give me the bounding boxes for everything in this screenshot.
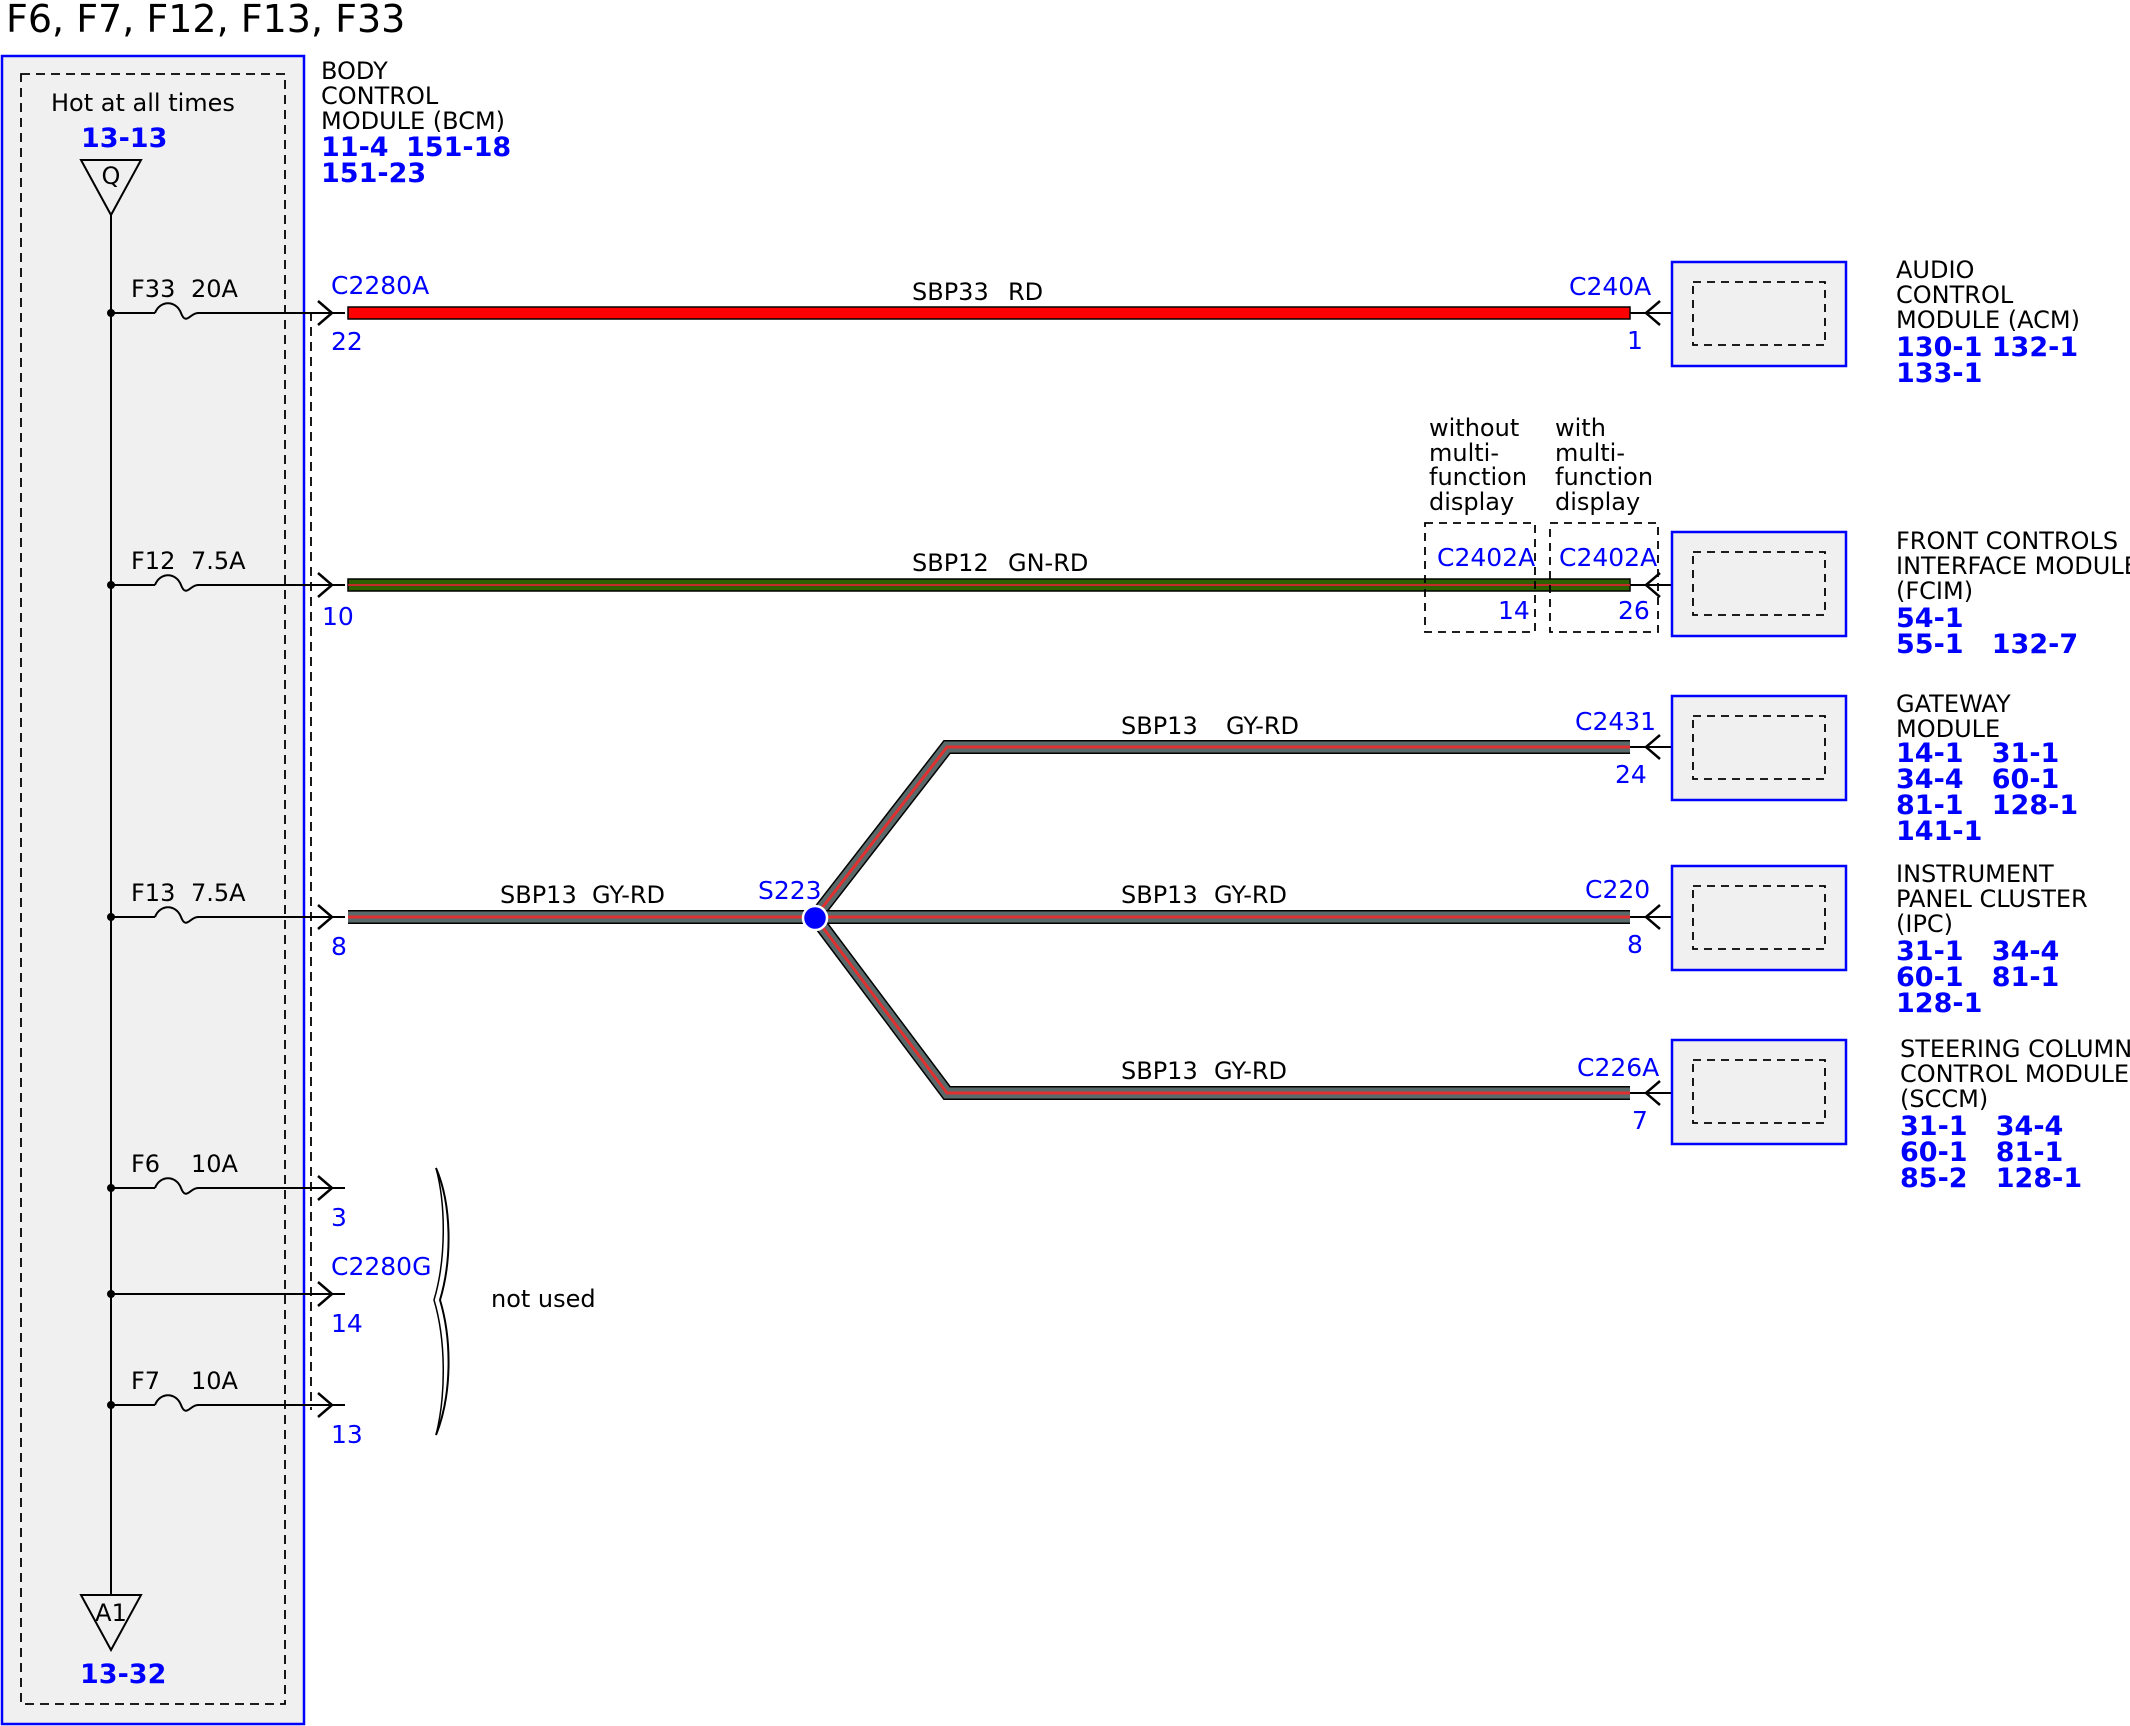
without-label-line: function	[1429, 463, 1527, 491]
module-ref[interactable]: 128-1	[1896, 988, 1982, 1019]
with-pin: 26	[1618, 596, 1650, 625]
module-box[interactable]	[1670, 1038, 1848, 1146]
wire-sbp13: SBP13 GY-RD SBP13 GY-RD SBP13 GY-RD SBP1…	[348, 712, 1630, 1100]
bcm-pin: 10	[322, 602, 354, 631]
bcm-name-line: CONTROL	[321, 82, 439, 110]
with-label-line: display	[1555, 488, 1640, 516]
module-name-line: STEERING COLUMN	[1900, 1035, 2130, 1063]
circuit-color: GY-RD	[1226, 712, 1299, 740]
module-name-line: INSTRUMENT	[1896, 860, 2054, 888]
bcm-pin: 3	[331, 1203, 347, 1232]
module-name-line: CONTROL	[1896, 281, 2014, 309]
bcm-pin: 14	[331, 1309, 363, 1338]
fuse-rating: 7.5A	[191, 547, 246, 575]
circuit-label: SBP13	[1121, 1057, 1198, 1085]
with-connector: C2402A	[1559, 543, 1657, 572]
circuit-label: SBP13	[500, 881, 577, 909]
without-label-line: without	[1429, 414, 1519, 442]
hot-at-all-times-label: Hot at all times	[51, 89, 235, 117]
bcm-ref[interactable]: 151-23	[321, 158, 426, 189]
module-name-line: GATEWAY	[1896, 690, 2011, 718]
bottom-ref[interactable]: 13-32	[80, 1659, 166, 1690]
module-name-line: (FCIM)	[1896, 577, 1973, 605]
fuse-name: F12	[131, 547, 175, 575]
without-pin: 14	[1498, 596, 1530, 625]
hot-ref[interactable]: 13-13	[81, 123, 167, 154]
bcm-pin: 8	[331, 932, 347, 961]
circuit-label: SBP13	[1121, 712, 1198, 740]
bcm-pin: 22	[331, 327, 363, 356]
module-ref[interactable]: 55-1 132-7	[1896, 629, 2078, 660]
bcm-name-line: MODULE (BCM)	[321, 107, 505, 135]
module-pin: 8	[1627, 930, 1643, 959]
module-box[interactable]	[1670, 530, 1848, 638]
fuse-name: F7	[131, 1367, 160, 1395]
module-name-line: FRONT CONTROLS	[1896, 527, 2118, 555]
with-label-line: with	[1555, 414, 1606, 442]
bcm-connector-secondary: C2280G	[331, 1252, 431, 1281]
module-name-line: AUDIO	[1896, 256, 1974, 284]
fuse-name: F6	[131, 1150, 160, 1178]
not-used-group: not used	[433, 1167, 596, 1436]
module-gateway[interactable]: C2431 24 GATEWAY MODULE 14-1 31-1 34-4 6…	[1575, 690, 2078, 847]
module-pin: 24	[1615, 760, 1647, 789]
module-connector: C220	[1585, 875, 1650, 904]
power-symbol-label: Q	[102, 162, 121, 190]
module-sccm[interactable]: C226A 7 STEERING COLUMN CONTROL MODULE (…	[1577, 1035, 2130, 1194]
circuit-color: GY-RD	[1214, 1057, 1287, 1085]
with-label-line: function	[1555, 463, 1653, 491]
bcm-name-line: BODY	[321, 57, 388, 85]
circuit-label: SBP13	[1121, 881, 1198, 909]
module-ipc[interactable]: C220 8 INSTRUMENT PANEL CLUSTER (IPC) 31…	[1585, 860, 2088, 1019]
wire-sbp33: SBP33 RD	[347, 278, 1631, 320]
fuse-name: F33	[131, 275, 175, 303]
not-used-label: not used	[491, 1285, 596, 1313]
module-box[interactable]	[1670, 694, 1848, 802]
module-name-line: INTERFACE MODULE	[1896, 552, 2130, 580]
module-ref[interactable]: 141-1	[1896, 816, 1982, 847]
module-name-line: CONTROL MODULE	[1900, 1060, 2129, 1088]
module-name-line: (SCCM)	[1900, 1085, 1988, 1113]
module-connector: C240A	[1569, 272, 1651, 301]
without-label-line: display	[1429, 488, 1514, 516]
circuit-label: SBP12	[912, 549, 989, 577]
splice-point[interactable]	[801, 904, 829, 932]
bcm-module: Hot at all times 13-13 Q A1 13-32 BODY C…	[0, 54, 511, 1726]
fuse-rating: 20A	[191, 275, 239, 303]
module-pin: 7	[1632, 1106, 1648, 1135]
circuit-color: GY-RD	[592, 881, 665, 909]
module-acm[interactable]: C240A 1 AUDIO CONTROL MODULE (ACM) 130-1…	[1569, 256, 2080, 389]
module-name-line: PANEL CLUSTER	[1896, 885, 2088, 913]
module-fcim[interactable]: FRONT CONTROLS INTERFACE MODULE (FCIM) 5…	[1630, 527, 2130, 660]
wire-red	[347, 306, 1631, 320]
module-name-line: MODULE (ACM)	[1896, 306, 2080, 334]
fcim-options: without multi- function display with mul…	[1424, 414, 1659, 633]
without-connector: C2402A	[1437, 543, 1535, 572]
module-connector: C2431	[1575, 707, 1656, 736]
fuse-rating: 10A	[191, 1367, 239, 1395]
circuit-color: GN-RD	[1008, 549, 1088, 577]
module-box[interactable]	[1670, 864, 1848, 972]
module-name-line: (IPC)	[1896, 910, 1953, 938]
circuit-color: GY-RD	[1214, 881, 1287, 909]
module-box[interactable]	[1670, 260, 1848, 368]
wiring-diagram: F6, F7, F12, F13, F33 Hot at all times 1…	[0, 0, 2130, 1726]
module-ref[interactable]: 85-2 128-1	[1900, 1163, 2082, 1194]
circuit-label: SBP33	[912, 278, 989, 306]
bcm-connector-main: C2280A	[331, 271, 429, 300]
diagram-title: F6, F7, F12, F13, F33	[6, 0, 405, 41]
circuit-color: RD	[1008, 278, 1043, 306]
splice-label: S223	[758, 876, 822, 905]
module-connector: C226A	[1577, 1053, 1659, 1082]
fuse-rating: 7.5A	[191, 879, 246, 907]
fuse-name: F13	[131, 879, 175, 907]
bottom-symbol-label: A1	[95, 1599, 127, 1627]
module-ref[interactable]: 133-1	[1896, 358, 1982, 389]
fuse-rating: 10A	[191, 1150, 239, 1178]
module-pin: 1	[1627, 326, 1643, 355]
bcm-pin: 13	[331, 1420, 363, 1449]
